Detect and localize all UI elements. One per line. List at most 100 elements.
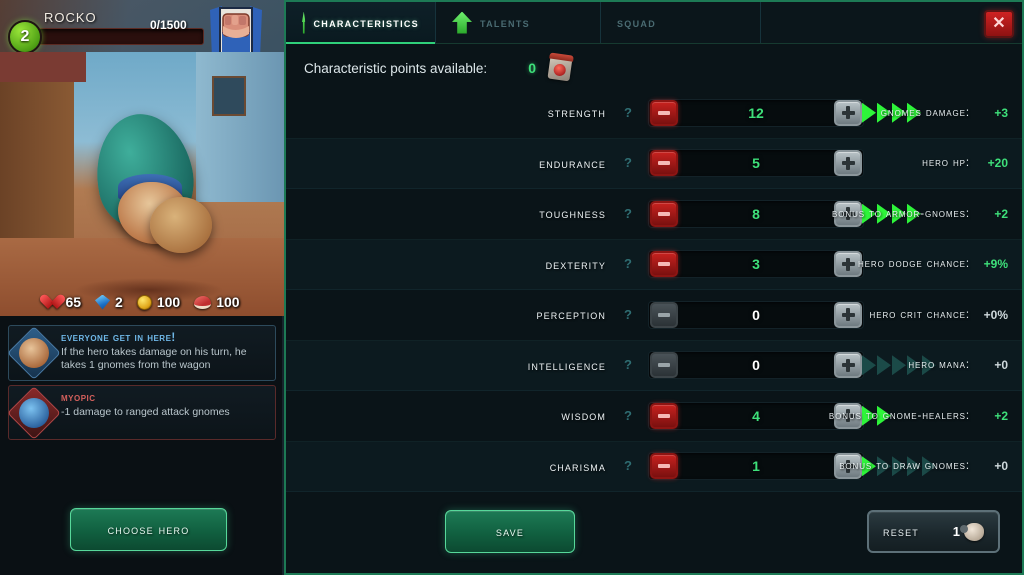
decrement-button[interactable] bbox=[650, 150, 678, 177]
stat-bonus-label: Hero HP: bbox=[922, 157, 970, 170]
stat-name-endurance: Endurance bbox=[539, 155, 606, 171]
hero-xp-text: 0/1500 bbox=[150, 18, 187, 32]
perk-description: If the hero takes damage on his turn, he… bbox=[61, 346, 247, 372]
perk-description: -1 damage to ranged attack gnomes bbox=[61, 406, 230, 418]
reset-cost: 1 bbox=[952, 522, 984, 541]
reset-cost-value: 1 bbox=[952, 524, 960, 539]
decrement-button[interactable] bbox=[650, 453, 678, 480]
choose-hero-button[interactable]: Choose Hero bbox=[70, 508, 227, 551]
stat-name-dexterity: Dexterity bbox=[545, 256, 606, 272]
resource-health: 65 bbox=[44, 294, 81, 310]
stat-bonus-value: +9% bbox=[983, 257, 1008, 272]
stat-value: 0 bbox=[752, 357, 760, 374]
coin-icon bbox=[136, 294, 152, 310]
stat-bonus-value: +0% bbox=[983, 307, 1008, 322]
arrow-marker-icon bbox=[862, 355, 876, 376]
stat-value: 8 bbox=[752, 205, 760, 222]
resource-health-value: 65 bbox=[65, 294, 82, 310]
arrow-marker-icon bbox=[892, 355, 906, 376]
stat-value: 0 bbox=[752, 306, 760, 323]
help-icon[interactable]: ? bbox=[620, 155, 636, 171]
gem-icon bbox=[95, 294, 111, 310]
perk-title: Everyone get in here! bbox=[61, 332, 176, 344]
hero-name: Rocko bbox=[44, 6, 97, 27]
gnome-glasses-icon-inner bbox=[19, 397, 49, 428]
resource-gold-value: 100 bbox=[156, 294, 181, 310]
stat-name-intelligence: Intelligence bbox=[527, 357, 606, 373]
potion-jar-icon bbox=[547, 54, 573, 82]
green-arrow-up-icon bbox=[302, 11, 306, 34]
stat-stepper: 12 bbox=[648, 98, 864, 127]
tab-characteristics-label: Characteristics bbox=[313, 15, 419, 30]
portrait-scenery bbox=[212, 76, 246, 116]
help-icon[interactable]: ? bbox=[620, 206, 636, 222]
help-icon[interactable]: ? bbox=[620, 408, 636, 424]
stat-row: Toughness? 8 Bonus to armor-gnomes: +2 bbox=[286, 189, 1022, 240]
stat-row: Charisma? 1 Bonus to draw gnomes: +0 bbox=[286, 441, 1022, 492]
fist-banner-icon bbox=[202, 2, 270, 52]
stat-bonus-label: Hero crit chance: bbox=[869, 308, 970, 321]
stat-bonus-label: Bonus to draw gnomes: bbox=[839, 460, 970, 473]
decrement-button[interactable] bbox=[650, 99, 678, 126]
tab-talents[interactable]: Talents bbox=[436, 2, 601, 43]
stat-bonus: Hero HP: +20 bbox=[922, 156, 1008, 170]
stats-list: Strength? 12 Gnomes damage: +3 Endurance? 5 He… bbox=[286, 88, 1022, 492]
resource-gems: 2 bbox=[95, 294, 123, 310]
gnome-portrait-icon-inner bbox=[19, 338, 49, 368]
help-icon[interactable]: ? bbox=[620, 357, 636, 373]
stat-bonus-value: +0 bbox=[994, 358, 1008, 373]
stat-row: Wisdom? 4 Bonus to gnome-healers: +2 bbox=[286, 391, 1022, 442]
stat-stepper: 0 bbox=[648, 300, 864, 329]
help-icon[interactable]: ? bbox=[620, 105, 636, 121]
decrement-button[interactable] bbox=[650, 251, 678, 278]
hero-resources: 65 2 100 100 bbox=[0, 288, 284, 316]
tab-squad[interactable]: Squad bbox=[601, 2, 761, 43]
perk-card[interactable]: Everyone get in here! If the hero takes … bbox=[7, 325, 276, 381]
characteristic-points-row: Characteristic points available: 0 bbox=[304, 54, 573, 82]
decrement-button[interactable] bbox=[650, 200, 678, 227]
close-icon[interactable]: ✕ bbox=[984, 10, 1014, 38]
tab-talents-label: Talents bbox=[480, 15, 530, 30]
reset-button-label: Reset bbox=[883, 524, 920, 539]
reset-button[interactable]: Reset 1 bbox=[867, 510, 1000, 553]
decrement-button[interactable] bbox=[650, 402, 678, 429]
skull-token-icon bbox=[960, 522, 984, 541]
stat-row: Intelligence? 0 Hero mana: +0 bbox=[286, 340, 1022, 391]
tab-bar: Characteristics Talents Squad bbox=[286, 2, 1022, 44]
stat-bonus-value: +2 bbox=[994, 206, 1008, 221]
help-icon[interactable]: ? bbox=[620, 256, 636, 272]
resource-gems-value: 2 bbox=[115, 294, 123, 310]
increment-button[interactable] bbox=[834, 150, 862, 177]
stat-name-strength: Strength bbox=[547, 105, 606, 121]
characteristic-points-label: Characteristic points available: bbox=[304, 60, 488, 76]
increment-button[interactable] bbox=[834, 352, 862, 379]
stat-bonus: Bonus to draw gnomes: +0 bbox=[839, 459, 1008, 473]
perk-card[interactable]: Myopic -1 damage to ranged attack gnomes bbox=[7, 385, 276, 440]
tab-characteristics[interactable]: Characteristics bbox=[286, 2, 436, 44]
meat-icon bbox=[194, 295, 212, 309]
hero-portrait bbox=[0, 52, 284, 316]
increment-button[interactable] bbox=[834, 99, 862, 126]
stat-row: Dexterity? 3 Hero dodge chance: +9% bbox=[286, 239, 1022, 290]
stat-row: Strength? 12 Gnomes damage: +3 bbox=[286, 88, 1022, 139]
hero-panel: Rocko 0/1500 2 65 2 bbox=[0, 0, 284, 575]
perk-body: Everyone get in here! If the hero takes … bbox=[61, 332, 267, 374]
decrement-button bbox=[650, 352, 678, 379]
help-icon[interactable]: ? bbox=[620, 307, 636, 323]
stat-value: 12 bbox=[748, 104, 764, 121]
portrait-scenery bbox=[0, 52, 86, 82]
save-button[interactable]: Save bbox=[445, 510, 575, 553]
stat-name-wisdom: Wisdom bbox=[561, 408, 606, 424]
increment-button[interactable] bbox=[834, 301, 862, 328]
stat-value: 4 bbox=[752, 407, 760, 424]
arrow-marker-icon bbox=[877, 355, 891, 376]
character-screen: Rocko 0/1500 2 65 2 bbox=[0, 0, 1024, 575]
stat-bonus: Hero mana: +0 bbox=[908, 358, 1008, 372]
stat-stepper: 1 bbox=[648, 452, 864, 481]
stat-bonus-label: Hero mana: bbox=[908, 359, 970, 372]
gnome-glasses-icon bbox=[7, 385, 61, 440]
portrait-scenery bbox=[196, 52, 284, 202]
resource-gold: 100 bbox=[136, 294, 181, 310]
stat-row: Endurance? 5 Hero HP: +20 bbox=[286, 138, 1022, 189]
help-icon[interactable]: ? bbox=[620, 458, 636, 474]
